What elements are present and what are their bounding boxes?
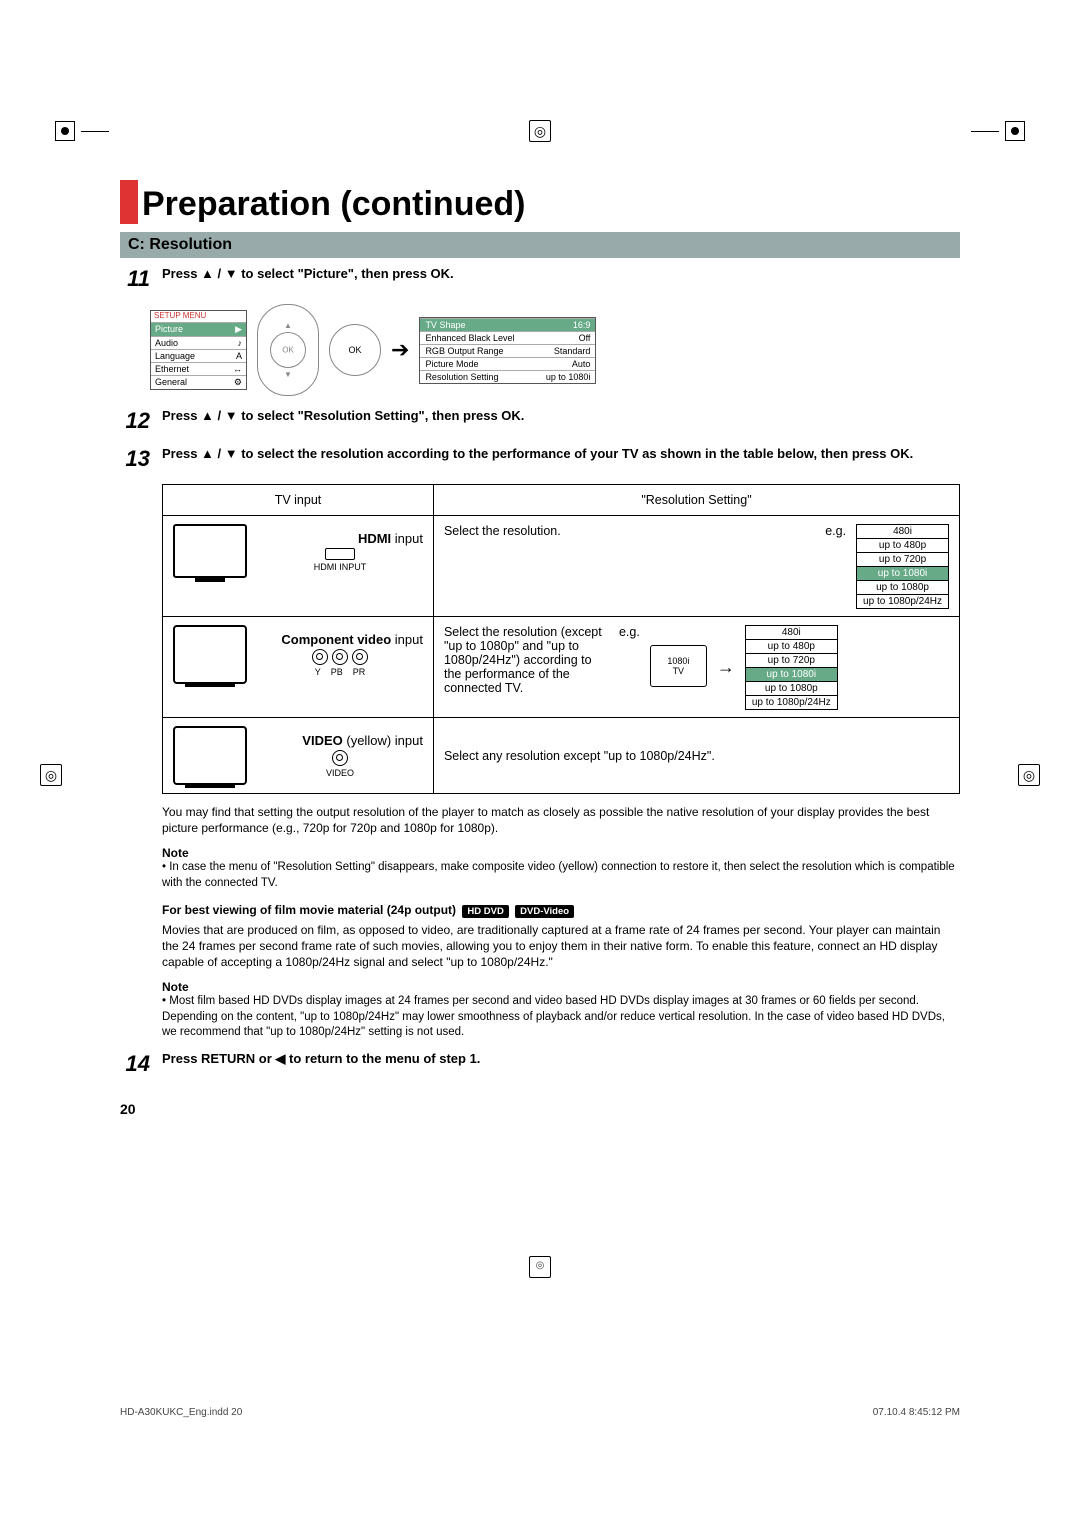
input-type-label: HDMI input xyxy=(257,531,423,546)
flat-tv-icon xyxy=(173,524,247,578)
film-heading: For best viewing of film movie material … xyxy=(162,903,456,917)
resolution-option: up to 1080p xyxy=(856,580,949,595)
connector-label: PB xyxy=(331,667,343,677)
setup-menu-label: SETUP MENU xyxy=(151,311,246,322)
resolution-table: TV input "Resolution Setting" HDMI input… xyxy=(162,484,960,794)
note-text: • Most film based HD DVDs display images… xyxy=(162,994,960,1041)
step-number: 13 xyxy=(120,446,150,472)
resolution-option: 480i xyxy=(856,524,949,539)
connector-label: HDMI INPUT xyxy=(314,562,367,572)
setup-menu-item: General⚙ xyxy=(151,375,246,389)
step-text: Press RETURN or ◀ to return to the menu … xyxy=(162,1051,960,1067)
step-number: 11 xyxy=(120,266,150,292)
page-title: Preparation (continued) xyxy=(120,180,960,224)
input-type-label: VIDEO (yellow) input xyxy=(257,733,423,748)
setup-menu: SETUP MENU Picture▶ Audio♪ LanguageA Eth… xyxy=(150,310,247,390)
resolution-option: 480i xyxy=(745,625,838,640)
step-number: 12 xyxy=(120,408,150,434)
arrow-right-icon: ➔ xyxy=(391,337,409,363)
resolution-options: 480i up to 480p up to 720p up to 1080i u… xyxy=(856,524,949,608)
setup-menu-item: LanguageA xyxy=(151,349,246,362)
crt-tv-icon xyxy=(173,726,247,785)
mini-tv-icon: 1080iTV xyxy=(650,645,707,687)
connector-label: Y xyxy=(315,667,321,677)
remote-ok-icon: OK xyxy=(329,324,381,376)
connector-label: VIDEO xyxy=(326,768,354,778)
note-heading: Note xyxy=(162,846,960,860)
resolution-option: up to 1080p xyxy=(745,681,838,696)
submenu-row: Enhanced Black LevelOff xyxy=(420,331,595,344)
resolution-option: up to 720p xyxy=(745,653,838,668)
body-text: Movies that are produced on film, as opp… xyxy=(162,922,960,971)
step-text: Press ▲ / ▼ to select "Resolution Settin… xyxy=(162,408,960,423)
body-text: You may find that setting the output res… xyxy=(162,804,960,836)
note-text: • In case the menu of "Resolution Settin… xyxy=(162,860,960,891)
submenu-row: Picture ModeAuto xyxy=(420,357,595,370)
title-accent-bar xyxy=(120,180,138,224)
resolution-option: up to 1080p/24Hz xyxy=(745,695,838,710)
setup-menu-item: Picture▶ xyxy=(151,322,246,336)
resolution-option: up to 480p xyxy=(745,639,838,654)
instruction-text: Select the resolution. xyxy=(444,524,815,538)
submenu-row: RGB Output RangeStandard xyxy=(420,344,595,357)
connector-label: PR xyxy=(353,667,366,677)
table-header: TV input xyxy=(163,485,434,516)
resolution-option: up to 1080p/24Hz xyxy=(856,594,949,609)
step-text: Press ▲ / ▼ to select "Picture", then pr… xyxy=(162,266,960,281)
footer-right: 07.10.4 8:45:12 PM xyxy=(873,1407,960,1418)
instruction-text: Select any resolution except "up to 1080… xyxy=(433,718,959,794)
section-heading: C: Resolution xyxy=(120,232,960,258)
resolution-option-selected: up to 1080i xyxy=(856,566,949,581)
hd-dvd-badge: HD DVD xyxy=(462,905,508,918)
crt-tv-icon xyxy=(173,625,247,684)
input-type-label: Component video input xyxy=(257,632,423,647)
remote-updown-icon: ▲▼ xyxy=(257,304,319,396)
dvd-video-badge: DVD-Video xyxy=(515,905,574,918)
setup-menu-item: Audio♪ xyxy=(151,336,246,349)
resolution-options: 480i up to 480p up to 720p up to 1080i u… xyxy=(745,625,838,709)
submenu-row: TV Shape16:9 xyxy=(420,318,595,331)
note-heading: Note xyxy=(162,980,960,994)
instruction-text: Select the resolution (except "up to 108… xyxy=(444,625,609,695)
resolution-option-selected: up to 1080i xyxy=(745,667,838,682)
footer-left: HD-A30KUKC_Eng.indd 20 xyxy=(120,1407,242,1418)
submenu-row: Resolution Settingup to 1080i xyxy=(420,370,595,383)
table-header: "Resolution Setting" xyxy=(433,485,959,516)
eg-label: e.g. xyxy=(825,524,846,538)
setup-menu-item: Ethernet↔ xyxy=(151,362,246,375)
picture-submenu: TV Shape16:9 Enhanced Black LevelOff RGB… xyxy=(419,317,596,384)
step-number: 14 xyxy=(120,1051,150,1077)
resolution-option: up to 480p xyxy=(856,538,949,553)
eg-label: e.g. xyxy=(619,625,640,639)
resolution-option: up to 720p xyxy=(856,552,949,567)
arrow-right-icon: → xyxy=(717,657,735,678)
step11-diagram: SETUP MENU Picture▶ Audio♪ LanguageA Eth… xyxy=(150,304,960,396)
page-number: 20 xyxy=(120,1101,960,1117)
step-text: Press ▲ / ▼ to select the resolution acc… xyxy=(162,446,960,461)
